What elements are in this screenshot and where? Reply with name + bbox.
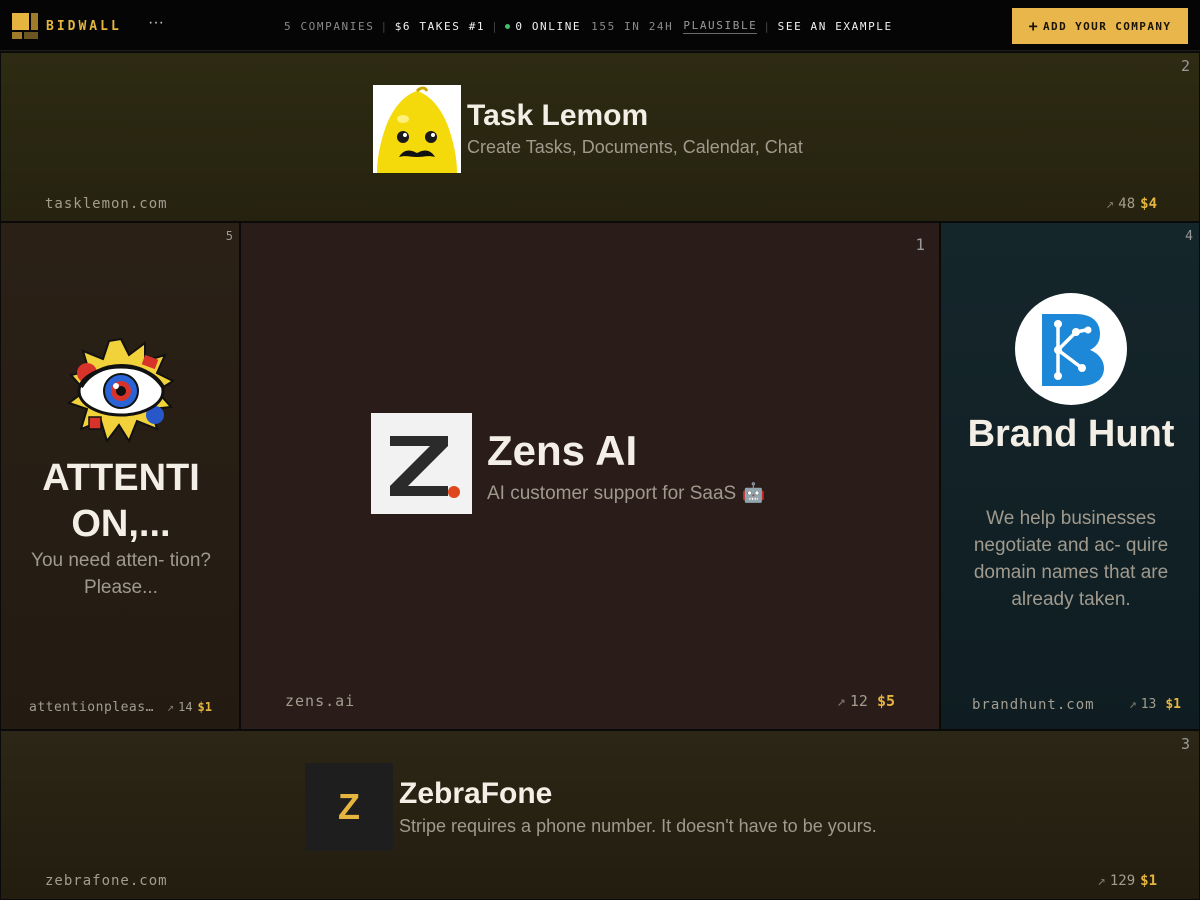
zebrafone-logo: Z	[305, 763, 393, 851]
rank-badge: 1	[915, 235, 925, 254]
company-tile-zebrafone[interactable]: 3 Z ZebraFone Stripe requires a phone nu…	[0, 730, 1200, 900]
outbound-arrow-icon: ↗	[1105, 196, 1115, 212]
brandhunt-logo-icon	[1015, 293, 1127, 405]
company-domain: brandhunt.com	[972, 697, 1095, 713]
divider: |	[491, 19, 500, 33]
company-name: ATTENTI ON,...	[42, 457, 200, 545]
brand-name: BIDWALL	[46, 18, 122, 34]
company-tile-zens[interactable]: 1 Zens AI AI customer support for SaaS 🤖…	[240, 222, 940, 730]
divider: |	[763, 19, 772, 33]
company-description: AI customer support for SaaS 🤖	[487, 483, 766, 504]
company-tile-tasklemon[interactable]: 2 Task Lemom Create Tasks, Documents, Ca…	[0, 52, 1200, 222]
bid-stats: ↗ 14 $1	[167, 700, 212, 714]
outbound-arrow-icon: ↗	[1097, 873, 1106, 889]
bid-stats: ↗ 48 $4	[1106, 196, 1157, 212]
company-tile-brandhunt[interactable]: 4 Brand Hunt We help businesses negotiat…	[940, 222, 1200, 730]
eye-logo-icon	[66, 337, 176, 445]
zebrafone-logo-icon: Z	[338, 786, 360, 827]
company-tile-attention[interactable]: 5 ATTENTI ON,... You need atten- tion? P…	[0, 222, 240, 730]
plausible-link[interactable]: PLAUSIBLE	[683, 19, 758, 34]
company-domain: zebrafone.com	[45, 873, 168, 889]
click-count: 13	[1140, 697, 1157, 712]
companies-count: 5 COMPANIES	[284, 19, 375, 33]
lemon-logo-icon	[373, 85, 461, 173]
company-name: Brand Hunt	[967, 413, 1175, 455]
company-description: Stripe requires a phone number. It doesn…	[399, 816, 877, 836]
rank-badge: 3	[1180, 735, 1190, 753]
bid-stats: ↗ 12 $5	[837, 692, 895, 710]
click-count: 48	[1118, 196, 1136, 212]
top-bar: BIDWALL ··· 5 COMPANIES | $6 TAKES #1 | …	[0, 0, 1200, 51]
company-description: You need atten- tion? Please...	[31, 550, 211, 598]
company-domain: tasklemon.com	[45, 196, 168, 212]
more-menu-icon[interactable]: ···	[148, 14, 164, 32]
brand-home-link[interactable]: BIDWALL	[12, 13, 122, 39]
rank-badge: 2	[1180, 57, 1190, 75]
stats-bar: 5 COMPANIES | $6 TAKES #1 | 0 ONLINE 155…	[284, 18, 893, 34]
visits-24h: 155 IN 24H	[591, 19, 674, 33]
company-domain: attentionpleas…	[29, 700, 154, 715]
company-description: Create Tasks, Documents, Calendar, Chat	[467, 137, 803, 157]
zens-logo	[371, 413, 472, 514]
bid-price: $1	[197, 700, 212, 714]
company-name: ZebraFone	[399, 777, 553, 810]
rank-badge: 5	[225, 229, 233, 243]
top-bid-stat: $6 TAKES #1	[394, 19, 486, 33]
add-company-button[interactable]: + ADD YOUR COMPANY	[1012, 8, 1188, 44]
bidwall-logo-icon	[12, 13, 38, 39]
outbound-arrow-icon: ↗	[836, 692, 846, 710]
bid-price: $1	[1165, 697, 1181, 712]
click-count: 129	[1109, 873, 1136, 889]
rank-badge: 4	[1185, 229, 1193, 244]
bid-stats: ↗ 129 $1	[1097, 873, 1157, 889]
divider: |	[380, 19, 389, 33]
bid-price: $4	[1140, 196, 1157, 212]
see-example-link[interactable]: SEE AN EXAMPLE	[778, 20, 893, 33]
company-description: We help businesses negotiate and ac- qui…	[973, 508, 1169, 610]
click-count: 12	[849, 692, 868, 710]
outbound-arrow-icon: ↗	[166, 700, 175, 714]
online-dot-icon	[505, 23, 511, 29]
bid-price: $1	[1140, 873, 1157, 889]
company-name: Zens AI	[487, 427, 638, 474]
company-domain: zens.ai	[285, 692, 356, 710]
company-name: Task Lemom	[467, 99, 649, 132]
outbound-arrow-icon: ↗	[1128, 697, 1137, 712]
bid-price: $5	[876, 692, 895, 710]
click-count: 14	[178, 700, 193, 714]
zens-logo-icon	[389, 435, 460, 498]
add-company-label: ADD YOUR COMPANY	[1043, 19, 1172, 33]
plus-icon: +	[1028, 17, 1040, 35]
bid-stats: ↗ 13 $1	[1129, 697, 1181, 712]
online-count: 0 ONLINE	[515, 19, 582, 33]
